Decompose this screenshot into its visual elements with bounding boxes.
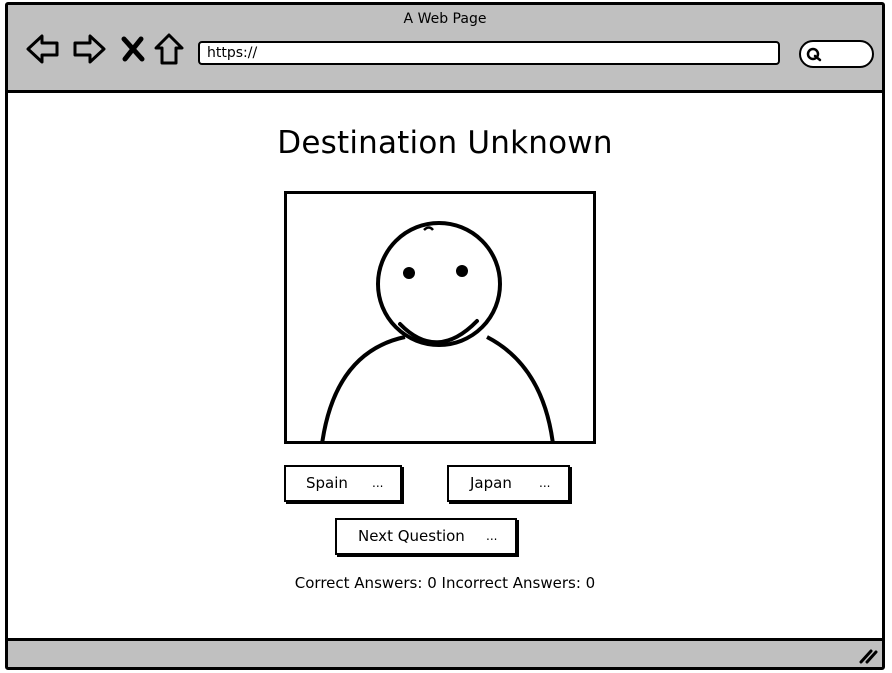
incorrect-answers-count: 0 — [585, 574, 596, 592]
search-field[interactable] — [799, 40, 874, 68]
browser-toolbar: A Web Page https:// — [8, 5, 882, 93]
incorrect-answers-label: Incorrect Answers: — [441, 574, 581, 592]
person-image — [284, 191, 596, 444]
page-title: Destination Unknown — [277, 125, 613, 161]
answer-label: Japan — [470, 474, 512, 492]
score-line: Correct Answers: 0 Incorrect Answers: 0 — [8, 574, 882, 592]
correct-answers-label: Correct Answers: — [294, 574, 423, 592]
browser-window: A Web Page https:// Destination Unknown — [5, 2, 885, 670]
answer-label: Spain — [306, 474, 348, 492]
resize-grip-icon[interactable] — [858, 646, 878, 664]
status-bar — [8, 638, 882, 667]
close-x-icon[interactable] — [120, 35, 146, 63]
correct-answers-count: 0 — [427, 574, 437, 592]
answer-button-spain[interactable]: Spain ... — [284, 465, 402, 502]
window-title: A Web Page — [403, 11, 487, 27]
next-question-button[interactable]: Next Question ... — [335, 518, 517, 555]
home-icon[interactable] — [153, 31, 185, 67]
search-icon — [806, 47, 822, 62]
back-arrow-icon[interactable] — [24, 31, 62, 67]
answer-button-japan[interactable]: Japan ... — [447, 465, 570, 502]
forward-arrow-icon[interactable] — [70, 31, 108, 67]
ellipsis: ... — [539, 476, 551, 490]
url-input[interactable]: https:// — [198, 41, 780, 65]
next-question-label: Next Question — [358, 527, 465, 545]
ellipsis: ... — [486, 529, 498, 543]
ellipsis: ... — [372, 476, 384, 490]
